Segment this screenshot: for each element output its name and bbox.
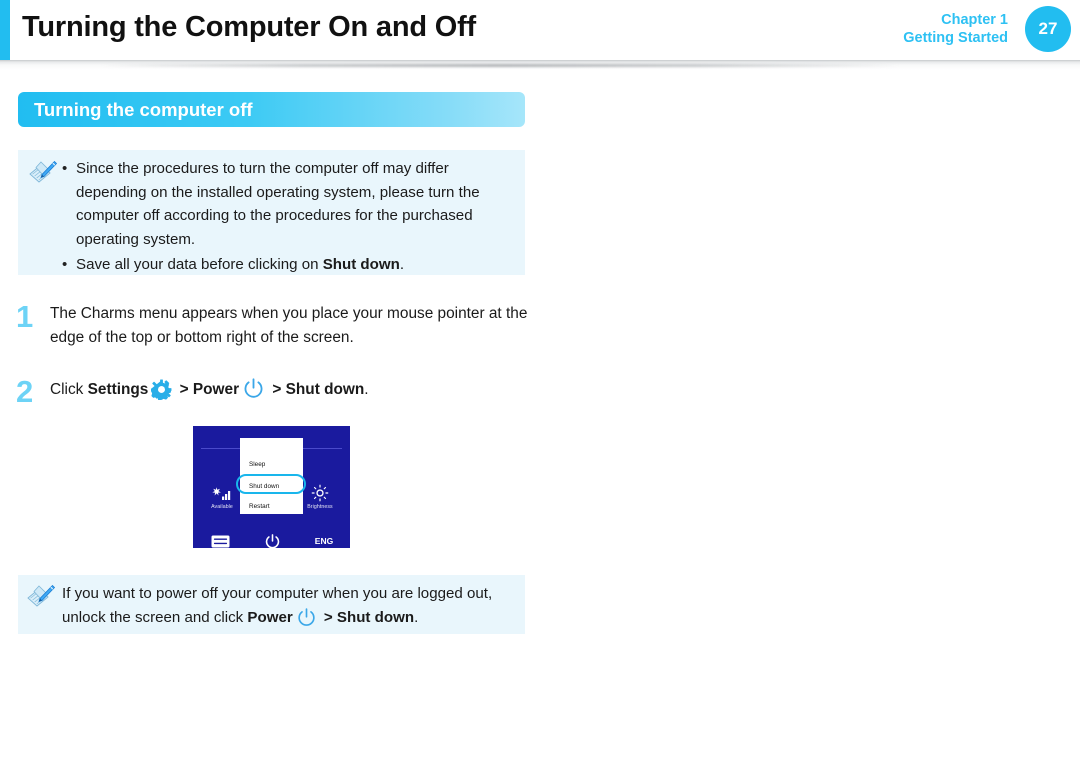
page-title: Turning the Computer On and Off xyxy=(22,11,476,43)
note-separator: > xyxy=(319,608,337,626)
step-separator-1: > xyxy=(175,381,193,398)
popup-item-sleep: Sleep xyxy=(249,460,266,468)
power-label: Power xyxy=(192,381,240,398)
popup-item-restart: Restart xyxy=(249,502,270,510)
power-options-popup: Sleep Shut down Restart xyxy=(236,438,306,514)
step-separator-2: > xyxy=(268,381,286,398)
charms-tile-power: Power xyxy=(249,532,295,548)
page-number-badge: 27 xyxy=(1025,6,1071,52)
chapter-number-label: Chapter 1 xyxy=(941,12,1008,28)
charms-tile-label: Brightness xyxy=(307,504,333,510)
list-item: • Since the procedures to turn the compu… xyxy=(62,157,517,251)
section-header-bar: Turning the computer off xyxy=(18,92,525,127)
page-header: Turning the Computer On and Off Chapter … xyxy=(0,0,1080,60)
charms-tile-keyboard: ENG Keyboard xyxy=(301,532,347,548)
step-text: Click Settings > Power > Shut down. xyxy=(50,377,536,409)
wifi-signal-icon xyxy=(199,484,245,502)
note-period: . xyxy=(414,608,419,626)
notifications-icon xyxy=(197,532,243,548)
note-box-bottom: If you want to power off your computer w… xyxy=(18,575,525,634)
note-box-top: • Since the procedures to turn the compu… xyxy=(18,150,525,275)
step-period: . xyxy=(364,381,369,398)
charms-tile-available: Available xyxy=(199,484,245,510)
header-accent-bar xyxy=(0,0,10,60)
step-number: 2 xyxy=(16,374,34,409)
charms-tile-notifications: Notifications xyxy=(197,532,243,548)
charms-tile-label: Available xyxy=(211,504,233,510)
note-bullet-text: Save all your data before clicking on Sh… xyxy=(76,253,517,277)
note-bullet-bold-term: Shut down xyxy=(322,256,400,273)
bullet-marker: • xyxy=(62,160,68,177)
header-divider xyxy=(0,60,1080,70)
step-click-label: Click xyxy=(50,381,88,398)
popup-item-shut-down: Shut down xyxy=(249,482,280,490)
keyboard-lang-icon: ENG xyxy=(301,532,347,548)
charms-settings-screenshot: Available Brightness ENG Sleep Shut down… xyxy=(193,426,350,548)
brightness-sun-icon xyxy=(297,484,343,502)
note-bottom-text: If you want to power off your computer w… xyxy=(62,582,522,635)
power-icon xyxy=(249,532,295,548)
charms-tile-brightness: Brightness xyxy=(297,484,343,510)
bullet-marker: • xyxy=(62,256,68,273)
keyboard-lang-text: ENG xyxy=(314,536,334,546)
list-item: • Save all your data before clicking on … xyxy=(62,253,517,277)
gear-icon xyxy=(149,379,172,409)
note-bullet-text: Since the procedures to turn the compute… xyxy=(76,160,480,248)
power-icon xyxy=(296,607,317,636)
note-pen-icon xyxy=(28,160,58,186)
note-pen-icon xyxy=(26,584,56,610)
settings-label: Settings xyxy=(87,381,149,398)
step-2: 2 Click Settings > Power > Shut down. xyxy=(16,374,536,409)
step-1: 1 The Charms menu appears when you place… xyxy=(16,299,536,349)
note-bullet-text-tail: . xyxy=(399,256,405,273)
step-text: The Charms menu appears when you place y… xyxy=(50,305,528,346)
note-bullet-text-part: Save all your data before clicking on xyxy=(76,256,323,273)
power-icon xyxy=(242,377,265,409)
chapter-info: Chapter 1 Getting Started xyxy=(903,11,1008,47)
note-top-bullet-list: • Since the procedures to turn the compu… xyxy=(62,157,517,279)
power-label: Power xyxy=(247,608,293,626)
shutdown-label: Shut down xyxy=(285,381,365,398)
shutdown-label: Shut down xyxy=(336,608,415,626)
step-number: 1 xyxy=(16,299,34,334)
section-header-label: Turning the computer off xyxy=(34,98,253,120)
chapter-name-label: Getting Started xyxy=(903,30,1008,47)
